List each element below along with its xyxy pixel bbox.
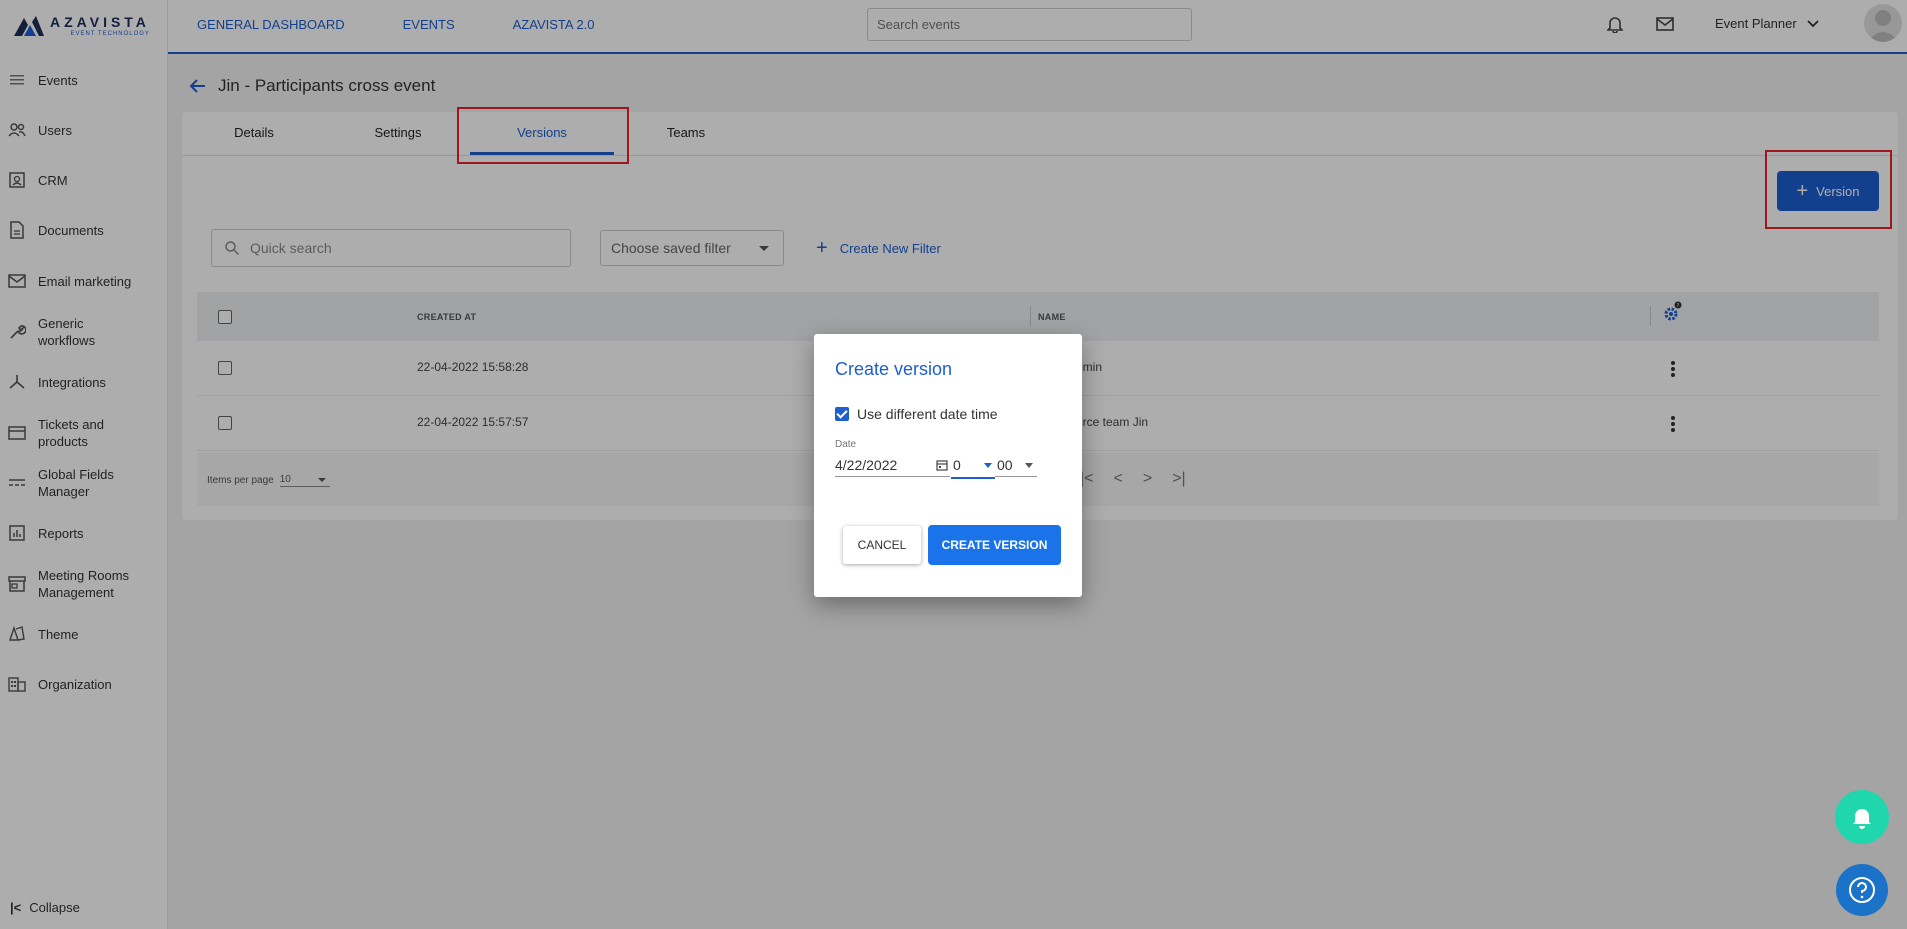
checkbox-checked-icon (835, 407, 849, 421)
date-input[interactable]: 4/22/2022 (835, 457, 950, 477)
hour-select[interactable]: 0 (951, 457, 995, 479)
minute-value: 00 (997, 457, 1013, 473)
hour-value: 0 (953, 457, 961, 473)
calendar-icon[interactable] (936, 459, 948, 471)
notifications-fab[interactable] (1835, 790, 1889, 844)
cancel-button[interactable]: CANCEL (843, 526, 921, 564)
checkbox-label: Use different date time (857, 406, 998, 422)
caret-down-icon (984, 463, 992, 468)
help-icon (1849, 877, 1875, 903)
bell-icon (1853, 809, 1871, 829)
minute-select[interactable]: 00 (995, 457, 1037, 477)
caret-down-icon (1025, 463, 1033, 468)
dialog-title: Create version (835, 359, 953, 379)
date-value: 4/22/2022 (835, 457, 898, 473)
app-root: AZAVISTA EVENT TECHNOLOGY Events Users C… (0, 0, 1907, 929)
create-version-button[interactable]: CREATE VERSION (928, 525, 1061, 565)
create-version-dialog: Create version Use different date time D… (814, 334, 1082, 597)
help-fab[interactable] (1836, 864, 1888, 916)
use-different-date-checkbox[interactable]: Use different date time (835, 406, 998, 422)
date-label: Date (835, 439, 857, 450)
